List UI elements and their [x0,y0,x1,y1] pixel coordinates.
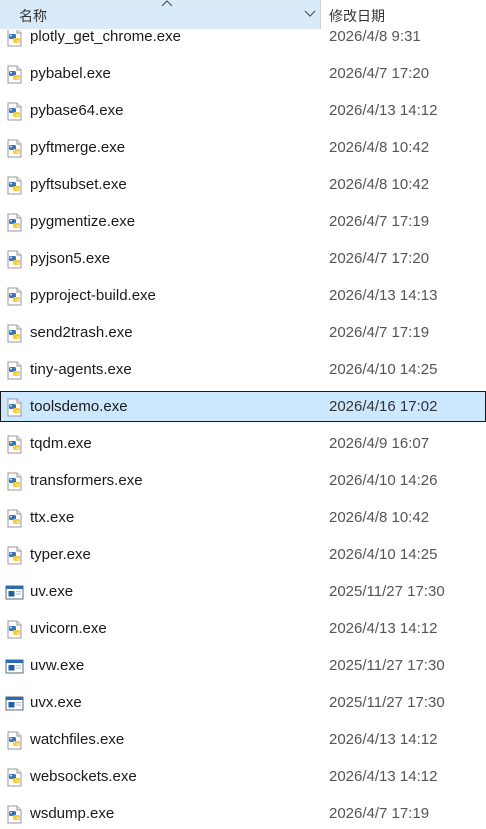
python-exe-icon [5,546,24,565]
window-exe-icon [5,657,24,676]
file-modified-date: 2026/4/7 17:19 [329,324,430,341]
file-modified-date: 2026/4/13 14:12 [329,768,438,785]
file-row[interactable]: send2trash.exe 2026/4/7 17:19 [0,317,486,348]
file-modified-date: 2026/4/13 14:12 [329,620,438,637]
file-name: websockets.exe [30,768,137,785]
file-name: watchfiles.exe [30,731,125,748]
file-name: typer.exe [30,546,91,563]
python-exe-icon [5,287,24,306]
file-name: transformers.exe [30,472,143,489]
python-exe-icon [5,102,24,121]
file-name: pyftsubset.exe [30,176,127,193]
file-name: pyproject-build.exe [30,287,156,304]
python-exe-icon [5,768,24,787]
file-row[interactable]: pyjson5.exe 2026/4/7 17:20 [0,243,486,274]
file-row[interactable]: pyftmerge.exe 2026/4/8 10:42 [0,132,486,163]
file-row[interactable]: transformers.exe 2026/4/10 14:26 [0,465,486,496]
file-row[interactable]: pyftsubset.exe 2026/4/8 10:42 [0,169,486,200]
file-modified-date: 2026/4/7 17:20 [329,65,430,82]
file-modified-date: 2026/4/8 10:42 [329,176,430,193]
python-exe-icon [5,28,24,47]
file-name: uv.exe [30,583,74,600]
file-name: pyjson5.exe [30,250,111,267]
file-name: toolsdemo.exe [30,398,128,415]
file-row[interactable]: pygmentize.exe 2026/4/7 17:19 [0,206,486,237]
file-row[interactable]: tiny-agents.exe 2026/4/10 14:25 [0,354,486,385]
file-modified-date: 2026/4/10 14:25 [329,361,438,378]
file-modified-date: 2026/4/7 17:20 [329,250,430,267]
file-modified-date: 2026/4/9 16:07 [329,435,430,452]
window-exe-icon [5,694,24,713]
python-exe-icon [5,324,24,343]
file-modified-date: 2026/4/8 10:42 [329,509,430,526]
file-name: uvx.exe [30,694,82,711]
python-exe-icon [5,435,24,454]
file-row[interactable]: pybabel.exe 2026/4/7 17:20 [0,58,486,89]
python-exe-icon [5,509,24,528]
file-row[interactable]: tqdm.exe 2026/4/9 16:07 [0,428,486,459]
file-modified-date: 2026/4/8 9:31 [329,28,421,45]
file-modified-date: 2025/11/27 17:30 [329,694,445,711]
file-name: send2trash.exe [30,324,133,341]
python-exe-icon [5,398,24,417]
file-name: uvicorn.exe [30,620,107,637]
python-exe-icon [5,361,24,380]
file-row[interactable]: pyproject-build.exe 2026/4/13 14:13 [0,280,486,311]
python-exe-icon [5,213,24,232]
file-row[interactable]: uvw.exe 2025/11/27 17:30 [0,650,486,681]
file-modified-date: 2026/4/16 17:02 [329,398,438,415]
python-exe-icon [5,620,24,639]
file-row[interactable]: websockets.exe 2026/4/13 14:12 [0,761,486,792]
sort-ascending-icon [161,0,173,7]
file-name: pygmentize.exe [30,213,136,230]
date-column-label: 修改日期 [329,8,385,24]
name-column-header[interactable]: 名称 [0,0,321,29]
column-header-bar: 名称 修改日期 [0,0,486,30]
file-row[interactable]: toolsdemo.exe 2026/4/16 17:02 [0,391,486,422]
python-exe-icon [5,139,24,158]
file-name: uvw.exe [30,657,85,674]
file-modified-date: 2026/4/13 14:13 [329,287,438,304]
file-modified-date: 2025/11/27 17:30 [329,583,445,600]
file-modified-date: 2025/11/27 17:30 [329,657,445,674]
file-name: tqdm.exe [30,435,92,452]
file-name: pybase64.exe [30,102,124,119]
python-exe-icon [5,805,24,824]
python-exe-icon [5,472,24,491]
file-modified-date: 2026/4/13 14:12 [329,731,438,748]
file-row[interactable]: uvx.exe 2025/11/27 17:30 [0,687,486,718]
python-exe-icon [5,731,24,750]
file-modified-date: 2026/4/8 10:42 [329,139,430,156]
file-modified-date: 2026/4/7 17:19 [329,213,430,230]
file-name: ttx.exe [30,509,75,526]
window-exe-icon [5,583,24,602]
file-row[interactable]: pybase64.exe 2026/4/13 14:12 [0,95,486,126]
file-name: tiny-agents.exe [30,361,132,378]
file-modified-date: 2026/4/10 14:25 [329,546,438,563]
file-row[interactable]: ttx.exe 2026/4/8 10:42 [0,502,486,533]
file-modified-date: 2026/4/13 14:12 [329,102,438,119]
python-exe-icon [5,176,24,195]
file-list: plotly_get_chrome.exe 2026/4/8 9:31 pybabe… [0,0,486,824]
file-row[interactable]: typer.exe 2026/4/10 14:25 [0,539,486,570]
file-name: pybabel.exe [30,65,111,82]
python-exe-icon [5,65,24,84]
file-name: pyftmerge.exe [30,139,126,156]
file-row[interactable]: uv.exe 2025/11/27 17:30 [0,576,486,607]
chevron-down-icon[interactable] [303,8,317,20]
file-name: plotly_get_chrome.exe [30,28,181,45]
file-row[interactable]: watchfiles.exe 2026/4/13 14:12 [0,724,486,755]
python-exe-icon [5,250,24,269]
file-modified-date: 2026/4/10 14:26 [329,472,438,489]
file-row[interactable]: uvicorn.exe 2026/4/13 14:12 [0,613,486,644]
name-column-label: 名称 [19,8,47,24]
